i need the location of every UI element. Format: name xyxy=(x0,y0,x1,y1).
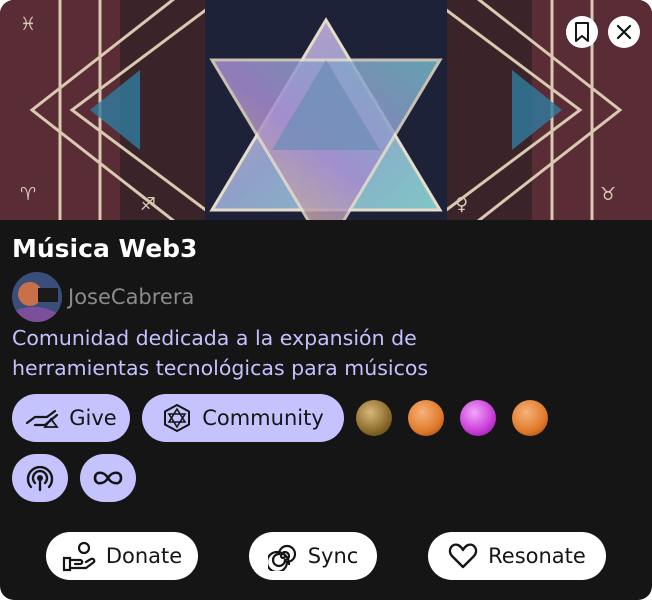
sync-button[interactable]: Sync xyxy=(249,532,377,580)
svg-text:♓: ♓ xyxy=(20,14,36,35)
owner-name[interactable]: JoseCabrera xyxy=(68,285,194,309)
description-line: herramientas tecnológicas para músicos xyxy=(12,356,429,380)
donate-button[interactable]: Donate xyxy=(46,532,198,580)
token-orb[interactable] xyxy=(512,400,548,436)
hexagram-icon xyxy=(164,403,191,433)
spiral-icon xyxy=(267,544,296,571)
token-orb[interactable] xyxy=(460,400,496,436)
infinity-chip[interactable] xyxy=(80,454,136,502)
bookmark-button[interactable] xyxy=(566,16,598,48)
heart-icon xyxy=(448,543,478,569)
bookmark-icon xyxy=(575,22,589,42)
sync-label: Sync xyxy=(307,544,359,568)
broadcast-icon xyxy=(26,465,54,492)
infinity-icon xyxy=(93,471,123,485)
owner-row[interactable]: JoseCabrera xyxy=(12,272,194,322)
community-label: Community xyxy=(202,406,324,430)
banner-image: ♓ ♈ ♉ ♐ ♀ xyxy=(0,0,652,220)
svg-text:♉: ♉ xyxy=(600,184,616,205)
resonate-button[interactable]: Resonate xyxy=(428,532,606,580)
donate-icon xyxy=(62,541,96,572)
avatar[interactable] xyxy=(12,272,62,322)
community-card: ♓ ♈ ♉ ♐ ♀ Música Web3 JoseCabrera Comuni… xyxy=(0,0,652,600)
close-button[interactable] xyxy=(608,16,640,48)
token-orb[interactable] xyxy=(408,400,444,436)
broadcast-chip[interactable] xyxy=(12,454,68,502)
give-chip[interactable]: Give xyxy=(12,394,130,442)
description-line: Comunidad dedicada a la expansión de xyxy=(12,326,417,350)
resonate-label: Resonate xyxy=(488,544,586,568)
token-orb[interactable] xyxy=(356,400,392,436)
give-label: Give xyxy=(69,406,117,430)
community-description: Comunidad dedicada a la expansión de her… xyxy=(12,323,632,383)
svg-text:♀: ♀ xyxy=(455,194,468,215)
community-title: Música Web3 xyxy=(12,234,198,263)
svg-text:♐: ♐ xyxy=(140,194,156,215)
give-icon xyxy=(26,409,60,428)
close-icon xyxy=(616,24,632,40)
community-chip[interactable]: Community xyxy=(142,394,344,442)
svg-text:♈: ♈ xyxy=(20,184,36,205)
donate-label: Donate xyxy=(105,544,183,568)
